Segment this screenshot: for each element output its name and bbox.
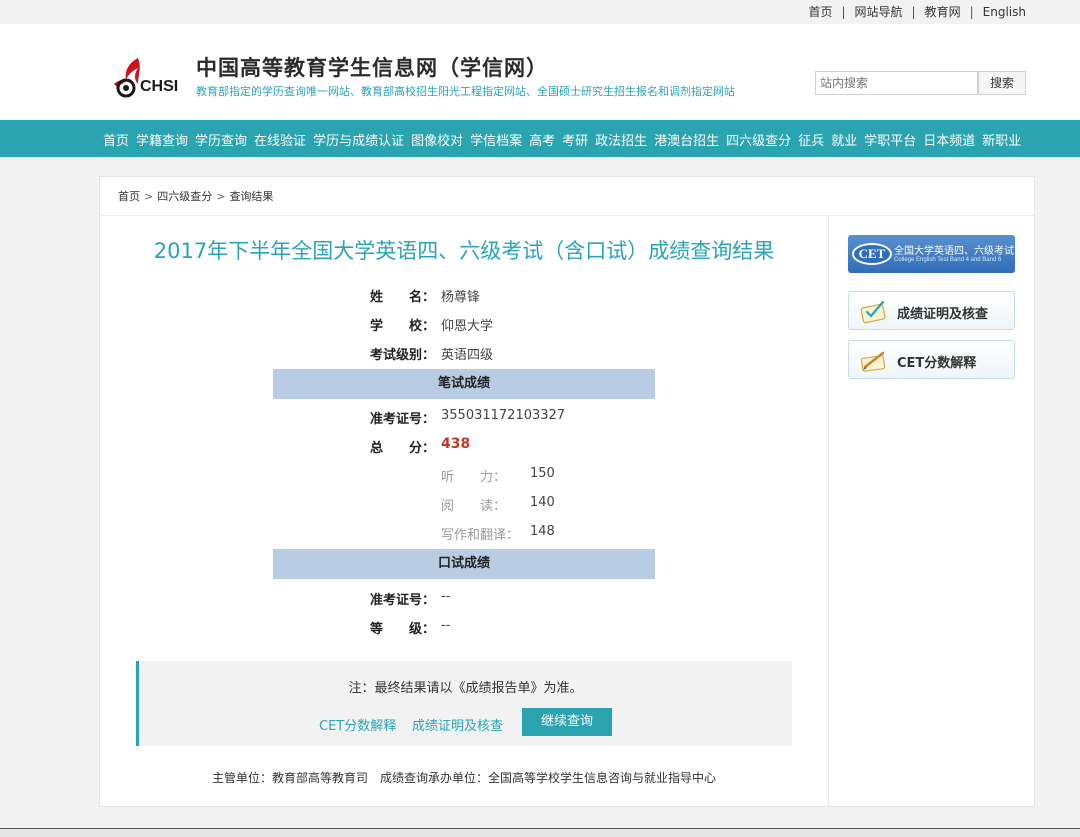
nav-item-career[interactable]: 学职平台 (864, 130, 916, 149)
top-utility-bar: 首页 | 网站导航 | 教育网 | English (0, 0, 1080, 24)
level-label: 考试级别： (370, 348, 436, 363)
total-score: 438 (441, 436, 471, 452)
search-button[interactable]: 搜索 (978, 71, 1026, 95)
cet-explain-label: CET分数解释 (897, 356, 977, 371)
search-input[interactable] (815, 71, 978, 95)
score-cert-link[interactable]: 成绩证明及核查 (412, 715, 503, 734)
site-title: 中国高等教育学生信息网（学信网） (196, 56, 548, 80)
nav-item-home[interactable]: 首页 (103, 130, 129, 149)
cet-banner-title: 全国大学英语四、六级考试 (894, 246, 1014, 257)
pen-document-icon (860, 351, 886, 372)
nav-item-cet[interactable]: 四六级查分 (726, 130, 791, 149)
cet-logo-icon: CET (852, 243, 892, 265)
ticket-label: 准考证号： (370, 412, 436, 427)
nav-item-image-check[interactable]: 图像校对 (411, 130, 463, 149)
cet-explain-link[interactable]: CET分数解释 (319, 715, 396, 734)
top-separator: | (969, 5, 974, 19)
nav-item-kaoyan[interactable]: 考研 (562, 130, 588, 149)
reading-score: 140 (530, 495, 555, 510)
certificate-check-icon (860, 300, 886, 324)
total-label: 总 分： (370, 441, 436, 456)
logo-text: CHSI (140, 78, 179, 95)
divider (100, 215, 1034, 216)
top-link-english[interactable]: English (983, 5, 1026, 19)
breadcrumb-home[interactable]: 首页 (118, 190, 140, 203)
listening-label: 听 力： (441, 470, 507, 485)
nav-item-degree[interactable]: 学历查询 (195, 130, 247, 149)
breadcrumb-separator: > (144, 190, 154, 203)
result-title: 2017年下半年全国大学英语四、六级考试（含口试）成绩查询结果 (153, 239, 775, 263)
nav-item-gaokao[interactable]: 高考 (529, 130, 555, 149)
school-value: 仰恩大学 (441, 319, 494, 334)
nav-item-military[interactable]: 征兵 (798, 130, 824, 149)
nav-item-verify[interactable]: 在线验证 (254, 130, 306, 149)
writing-score: 148 (530, 524, 555, 539)
cet-explain-button[interactable]: CET分数解释 (848, 340, 1015, 379)
content-panel: 首页 > 四六级查分 > 查询结果 2017年下半年全国大学英语四、六级考试（含口试）成… (99, 176, 1035, 807)
top-link-sitemap[interactable]: 网站导航 (855, 5, 903, 19)
note-box: 注：最终结果请以《成绩报告单》为准。 CET分数解释 成绩证明及核查 继续查询 (136, 661, 792, 746)
oral-ticket-label: 准考证号： (370, 593, 436, 608)
nav-item-new-career[interactable]: 新职业 (982, 130, 1021, 149)
reading-label: 阅 读： (441, 499, 507, 514)
written-score-header: 笔试成绩 (273, 369, 655, 399)
listening-score: 150 (530, 466, 555, 481)
breadcrumb-separator: > (216, 190, 226, 203)
top-link-home[interactable]: 首页 (808, 5, 832, 19)
name-label: 姓 名： (370, 290, 436, 305)
cet-banner[interactable]: CET 全国大学英语四、六级考试 College English Test Ba… (848, 235, 1015, 273)
top-separator: | (841, 5, 846, 19)
nav-item-enrollment[interactable]: 学籍查询 (136, 130, 188, 149)
column-divider (828, 216, 829, 806)
top-separator: | (911, 5, 916, 19)
footer-note: 主管单位：教育部高等教育司 成绩查询承办单位：全国高等学校学生信息咨询与就业指导… (211, 771, 716, 785)
oral-grade-value: -- (441, 618, 451, 633)
breadcrumb-current: 查询结果 (229, 190, 274, 203)
writing-label: 写作和翻译： (441, 528, 520, 543)
note-text: 注：最终结果请以《成绩报告单》为准。 (348, 681, 583, 696)
breadcrumb-cet[interactable]: 四六级查分 (157, 190, 212, 203)
score-cert-label: 成绩证明及核查 (897, 307, 989, 322)
main-nav: 首页 学籍查询 学历查询 在线验证 学历与成绩认证 图像校对 学信档案 高考 考… (0, 120, 1080, 157)
site-header: CHSI 中国高等教育学生信息网（学信网） 教育部指定的学历查询唯一网站、教育部… (0, 24, 1080, 120)
oral-grade-label: 等 级： (370, 622, 436, 637)
site-subtitle: 教育部指定的学历查询唯一网站、教育部高校招生阳光工程指定网站、全国硕士研究生招生… (196, 85, 735, 98)
nav-item-archive[interactable]: 学信档案 (470, 130, 522, 149)
continue-query-button[interactable]: 继续查询 (522, 708, 612, 736)
score-cert-button[interactable]: 成绩证明及核查 (848, 291, 1015, 330)
cet-banner-subtitle: College English Test Band 4 and Band 6 (894, 257, 1002, 263)
oral-score-header: 口试成绩 (273, 549, 655, 579)
oral-ticket-value: -- (441, 589, 451, 604)
top-links: 首页 | 网站导航 | 教育网 | English (808, 3, 1026, 20)
nav-item-jobs[interactable]: 就业 (831, 130, 857, 149)
ticket-value: 355031172103327 (441, 408, 566, 423)
breadcrumb: 首页 > 四六级查分 > 查询结果 (118, 188, 273, 204)
nav-item-law[interactable]: 政法招生 (595, 130, 647, 149)
level-value: 英语四级 (441, 348, 494, 363)
name-value: 杨尊锋 (441, 290, 481, 305)
nav-item-japan[interactable]: 日本频道 (923, 130, 975, 149)
school-label: 学 校： (370, 319, 436, 334)
nav-item-gangaotai[interactable]: 港澳台招生 (654, 130, 719, 149)
top-link-edu[interactable]: 教育网 (925, 5, 961, 19)
nav-item-certification[interactable]: 学历与成绩认证 (313, 130, 404, 149)
